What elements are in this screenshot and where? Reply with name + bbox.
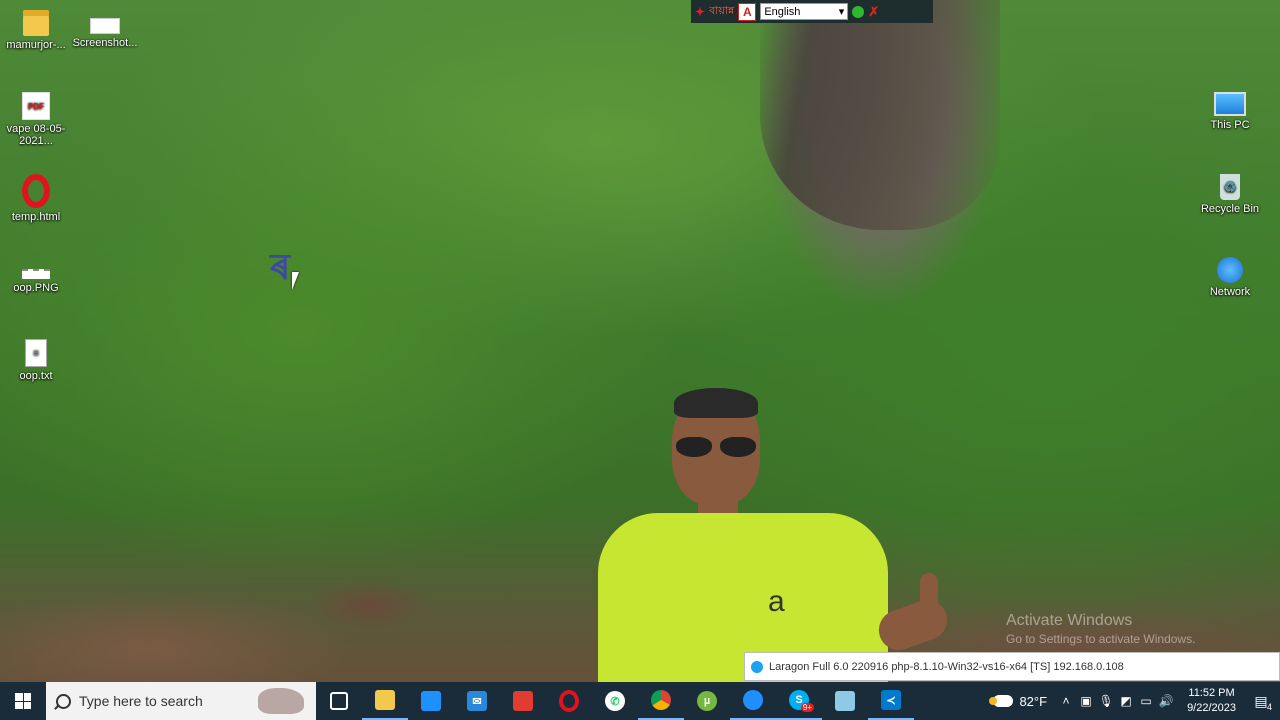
clock-date: 9/22/2023 <box>1187 702 1236 714</box>
edge-icon <box>743 690 763 710</box>
acrobat-icon[interactable]: A <box>738 2 757 21</box>
close-tool-icon[interactable]: ✗ <box>868 4 879 20</box>
taskbar-mail[interactable]: ✉ <box>454 682 500 720</box>
desktop-icon-vape-pdf[interactable]: PDF vape 08-05-2021... <box>0 92 72 147</box>
computer-icon <box>1214 92 1246 116</box>
background-cliff <box>760 0 1000 230</box>
desktop-icon-label: Network <box>1209 286 1251 298</box>
taskbar-whatsapp[interactable]: ✆ <box>592 682 638 720</box>
security-icon[interactable]: ◩ <box>1119 694 1133 708</box>
search-placeholder: Type here to search <box>79 693 203 709</box>
taskbar-file-explorer[interactable] <box>362 682 408 720</box>
recycle-bin-icon: ♻ <box>1220 174 1240 200</box>
taskbar-notepad[interactable] <box>822 682 868 720</box>
office-app-icon <box>513 691 533 711</box>
file-explorer-icon <box>375 690 395 710</box>
notification-icon: ▤ <box>1254 692 1268 709</box>
desktop-icon-oop-png[interactable]: oop.PNG <box>0 257 72 294</box>
desktop-icon-recycle-bin[interactable]: ♻ Recycle Bin <box>1194 174 1266 215</box>
windows-logo-icon <box>15 693 31 709</box>
taskbar-vscode[interactable]: ≺ <box>868 682 914 720</box>
laragon-icon <box>751 660 763 673</box>
desktop-icon-screenshot[interactable]: Screenshot... <box>69 10 141 49</box>
language-bar: ✦ বায়ান্ন A English ▾ ✗ <box>691 0 933 23</box>
wallpaper-person: a <box>590 385 960 685</box>
mouse-cursor-icon <box>292 272 299 290</box>
notification-count: 4 <box>1266 702 1272 712</box>
clock-time: 11:52 PM <box>1188 687 1235 699</box>
notepad-icon <box>835 691 855 711</box>
partly-cloudy-icon <box>989 695 1014 707</box>
microsoft-store-icon <box>421 691 441 711</box>
desktop-icon-oop-txt[interactable]: ≡ oop.txt <box>0 339 72 382</box>
network-icon <box>1217 257 1243 283</box>
taskbar-edge[interactable] <box>730 682 776 720</box>
desktop-icon-label: temp.html <box>11 211 61 223</box>
language-select-value: English <box>764 5 801 18</box>
task-view-icon <box>330 692 348 710</box>
microphone-icon[interactable]: 🎙 <box>1098 694 1113 708</box>
desktop-icon-temp-html[interactable]: temp.html <box>0 174 72 223</box>
taskbar-microsoft-store[interactable] <box>408 682 454 720</box>
desktop-icon-label: Screenshot... <box>72 37 138 49</box>
weather-temperature: 82°F <box>1019 693 1048 709</box>
language-bar-brand[interactable]: বায়ান্ন <box>709 2 734 21</box>
shirt-logo: a <box>768 585 785 618</box>
start-button[interactable] <box>0 682 46 720</box>
system-tray: 82°F ˄ ▣ 🎙 ◩ ▭ 🔊 11:52 PM 9/22/2023 ▤ 4 <box>989 682 1280 720</box>
opera-icon <box>559 690 579 712</box>
png-file-icon <box>22 269 50 279</box>
text-file-icon: ≡ <box>25 339 47 367</box>
taskbar-office-app[interactable] <box>500 682 546 720</box>
meet-now-icon[interactable]: ▣ <box>1079 694 1093 708</box>
desktop-icon-label: oop.PNG <box>13 282 59 294</box>
watermark-subtitle: Go to Settings to activate Windows. <box>1006 632 1196 646</box>
skype-badge: 9+ <box>800 703 814 712</box>
desktop-icon-mamurjor[interactable]: mamurjor-... <box>0 10 72 51</box>
taskbar-opera[interactable] <box>546 682 592 720</box>
desktop-icon-label: oop.txt <box>19 370 53 382</box>
taskbar-skype[interactable]: S 9+ <box>776 682 822 720</box>
opera-html-icon <box>22 174 50 208</box>
network-tray-icon[interactable]: ▭ <box>1139 694 1153 708</box>
taskbar: Type here to search ✉ ✆ µ S 9+ ≺ 82°F ˄ ▣… <box>0 682 1280 720</box>
chevron-down-icon: ▾ <box>838 6 845 18</box>
volume-icon[interactable]: 🔊 <box>1159 694 1174 708</box>
desktop-icon-label: Recycle Bin <box>1200 203 1260 215</box>
taskbar-chrome[interactable] <box>638 682 684 720</box>
activate-windows-watermark: Activate Windows Go to Settings to activ… <box>1006 612 1195 646</box>
desktop-icon-label: mamurjor-... <box>6 39 66 51</box>
language-select[interactable]: English ▾ <box>760 3 849 20</box>
utorrent-icon: µ <box>697 691 717 711</box>
folder-icon <box>23 10 49 36</box>
chevron-up-icon[interactable]: ˄ <box>1059 694 1073 708</box>
whatsapp-icon: ✆ <box>605 691 625 711</box>
chrome-icon <box>651 690 671 710</box>
bijoy-logo-icon[interactable]: ✦ <box>695 5 705 19</box>
image-file-icon <box>90 18 120 34</box>
taskbar-utorrent[interactable]: µ <box>684 682 730 720</box>
weather-widget[interactable]: 82°F <box>989 693 1048 709</box>
tooltip-text: Laragon Full 6.0 220916 php-8.1.10-Win32… <box>769 660 1124 673</box>
taskbar-task-view[interactable] <box>316 682 362 720</box>
search-icon <box>56 693 71 709</box>
watermark-title: Activate Windows <box>1006 612 1133 629</box>
notification-center-button[interactable]: ▤ 4 <box>1250 690 1272 712</box>
desktop-icon-label: This PC <box>1210 119 1250 131</box>
vscode-icon: ≺ <box>881 690 901 710</box>
mail-icon: ✉ <box>467 691 487 711</box>
system-clock[interactable]: 11:52 PM 9/22/2023 <box>1187 686 1236 716</box>
desktop-icon-this-pc[interactable]: This PC <box>1194 92 1266 131</box>
search-highlight-image <box>258 688 304 714</box>
wallpaper-logo: ৰ <box>270 246 291 287</box>
laragon-tooltip: Laragon Full 6.0 220916 php-8.1.10-Win32… <box>744 652 1280 681</box>
desktop-icon-label: vape 08-05-2021... <box>6 123 66 147</box>
pdf-file-icon: PDF <box>22 92 50 120</box>
status-green-icon[interactable] <box>852 5 865 18</box>
taskbar-search-box[interactable]: Type here to search <box>46 682 316 720</box>
desktop-icon-network[interactable]: Network <box>1194 257 1266 298</box>
